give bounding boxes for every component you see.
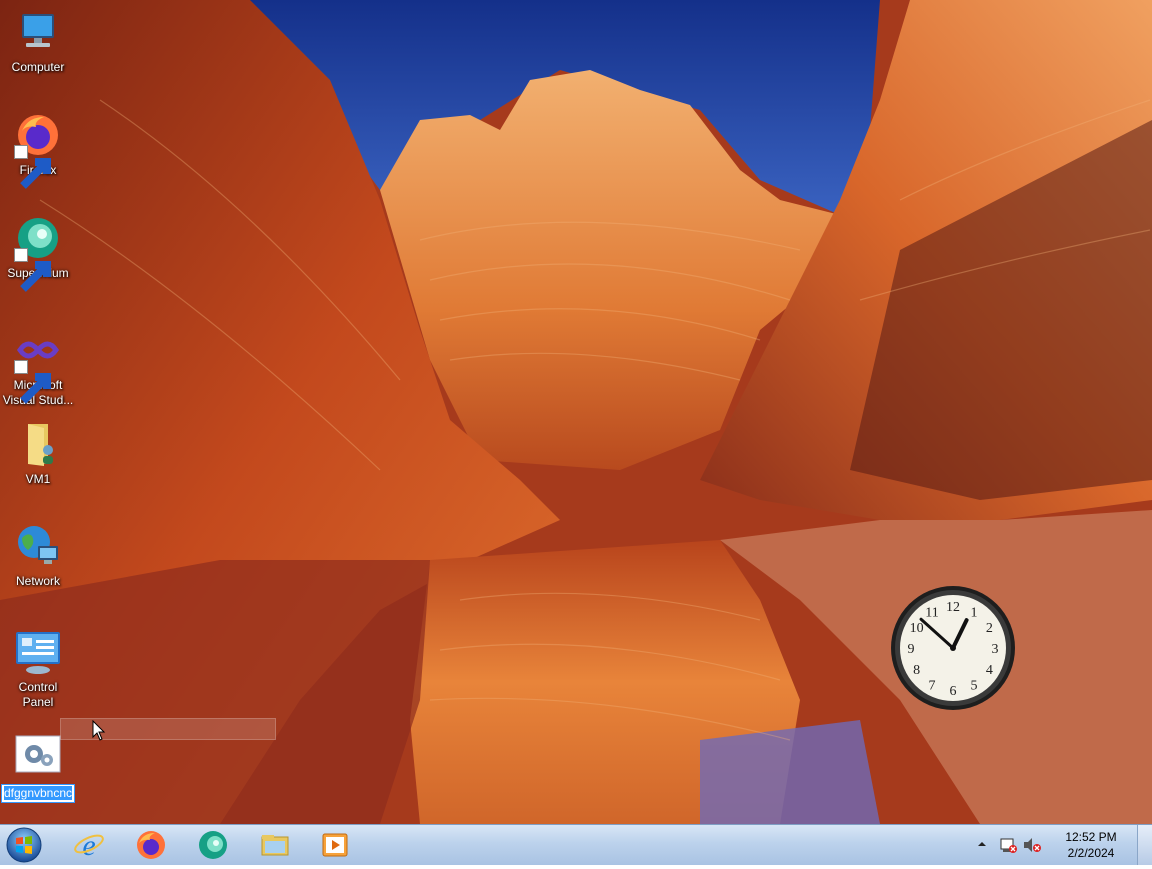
visual-studio-icon: [14, 326, 62, 404]
show-desktop-button[interactable]: [1137, 825, 1152, 865]
desktop-icon-label: Control Panel: [18, 680, 58, 709]
clock-numeral: 2: [986, 621, 993, 636]
file-explorer-icon: [261, 835, 289, 856]
clock-gadget[interactable]: 12 12 3 45678 9 1011: [890, 585, 1016, 711]
desktop-icon-firefox[interactable]: Firefox: [0, 111, 76, 189]
taskbar-time: 12:52 PM: [1065, 830, 1117, 844]
shortcut-arrow-icon: [14, 360, 51, 404]
taskbar-internet-explorer[interactable]: e: [64, 827, 114, 863]
desktop-icon-visual-studio[interactable]: Microsoft Visual Stud...: [0, 326, 76, 408]
desktop-icon-supermium[interactable]: Supermium: [0, 214, 76, 292]
desktop-icon-vm1[interactable]: VM1: [0, 420, 76, 487]
desktop-icon-network[interactable]: Network: [0, 522, 76, 589]
svg-text:e: e: [82, 829, 95, 861]
taskbar-firefox[interactable]: [126, 827, 176, 863]
desktop-icon-label: Computer: [11, 60, 65, 74]
action-center-icon[interactable]: [998, 835, 1018, 855]
folder-icon: [14, 420, 62, 468]
clock-numeral: 11: [925, 606, 938, 621]
system-tray: 12:52 PM 2/2/2024: [972, 825, 1132, 865]
supermium-icon: [14, 214, 62, 292]
shortcut-arrow-icon: [14, 145, 51, 189]
clock-numeral: 10: [910, 621, 924, 636]
rename-field[interactable]: dfggnvbncnc: [0, 784, 76, 803]
desktop-icon-computer[interactable]: Computer: [0, 8, 76, 75]
clock-numeral: 3: [992, 642, 999, 657]
show-hidden-icons-icon[interactable]: [976, 838, 988, 850]
clock-numeral: 5: [971, 678, 978, 693]
clock-numeral: 4: [986, 663, 993, 678]
mouse-cursor-icon: [92, 720, 106, 741]
start-button[interactable]: [4, 826, 44, 864]
desktop-icon-settings-file[interactable]: dfggnvbncnc: [0, 732, 76, 803]
control-panel-icon: [14, 628, 62, 676]
clock-numeral: 9: [908, 642, 915, 657]
clock-numeral: 12: [946, 600, 960, 615]
desktop[interactable]: Computer Firefox Supermium Microsoft Vis…: [0, 0, 1152, 824]
clock-numeral: 1: [971, 606, 978, 621]
shortcut-arrow-icon: [14, 248, 51, 292]
settings-file-icon: [14, 732, 62, 780]
taskbar-media-player[interactable]: [310, 827, 360, 863]
computer-icon: [14, 8, 62, 56]
firefox-icon: [14, 111, 62, 189]
taskbar: e 12:52 PM 2/2/2024: [0, 824, 1152, 865]
clock-numeral: 6: [950, 684, 957, 699]
internet-explorer-icon: e: [74, 829, 104, 861]
desktop-icon-control-panel[interactable]: Control Panel: [0, 628, 76, 710]
taskbar-clock[interactable]: 12:52 PM 2/2/2024: [1056, 829, 1126, 861]
desktop-icon-label: Network: [15, 574, 60, 588]
clock-numeral: 7: [929, 678, 936, 693]
rename-selected-text[interactable]: dfggnvbncnc: [3, 786, 73, 800]
taskbar-file-explorer[interactable]: [250, 827, 300, 863]
clock-numeral: 8: [913, 663, 920, 678]
taskbar-date: 2/2/2024: [1067, 846, 1115, 860]
volume-muted-icon[interactable]: [1022, 835, 1042, 855]
media-player-icon: [322, 833, 348, 857]
firefox-icon: [137, 831, 165, 859]
network-icon: [14, 522, 62, 570]
desktop-icon-label: VM1: [25, 472, 51, 486]
taskbar-supermium[interactable]: [188, 827, 238, 863]
supermium-icon: [199, 831, 227, 859]
